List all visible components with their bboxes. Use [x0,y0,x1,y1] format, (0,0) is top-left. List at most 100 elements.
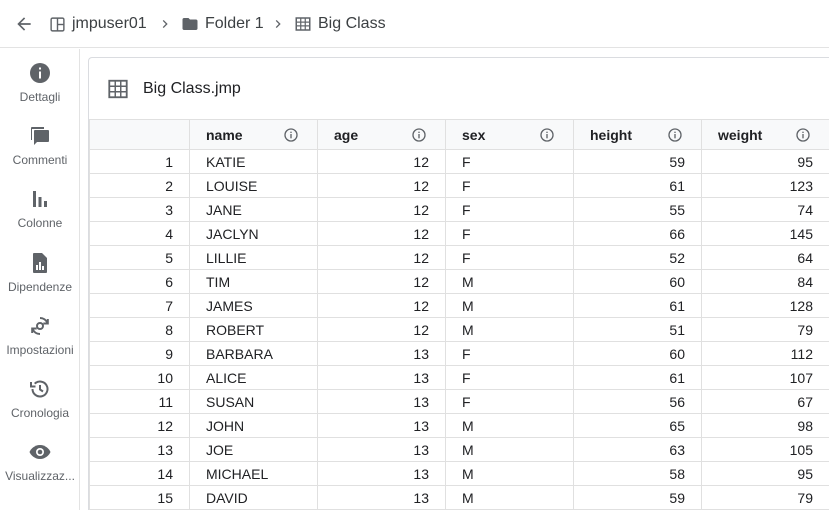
cell-weight[interactable]: 123 [701,173,829,198]
cell-sex[interactable]: F [445,197,574,222]
row-number-header[interactable] [89,119,190,150]
cell-height[interactable]: 52 [573,245,702,270]
cell-sex[interactable]: F [445,365,574,390]
rail-item-history[interactable]: Cronologia [0,377,80,435]
cell-sex[interactable]: F [445,245,574,270]
cell-sex[interactable]: M [445,269,574,294]
table-row[interactable]: 5 LILLIE 12 F 52 64 [89,245,829,270]
info-outline-icon[interactable] [539,127,555,143]
rail-item-settings[interactable]: Impostazioni [0,314,80,372]
table-row[interactable]: 7 JAMES 12 M 61 128 [89,293,829,318]
cell-age[interactable]: 12 [317,269,446,294]
cell-name[interactable]: JOHN [189,413,318,438]
cell-height[interactable]: 51 [573,317,702,342]
cell-weight[interactable]: 64 [701,245,829,270]
breadcrumb-space[interactable]: jmpuser01 [49,13,147,35]
cell-sex[interactable]: F [445,149,574,174]
cell-age[interactable]: 12 [317,317,446,342]
cell-weight[interactable]: 95 [701,149,829,174]
cell-name[interactable]: TIM [189,269,318,294]
cell-age[interactable]: 13 [317,365,446,390]
cell-height[interactable]: 59 [573,485,702,510]
cell-sex[interactable]: M [445,437,574,462]
cell-sex[interactable]: M [445,413,574,438]
cell-name[interactable]: LOUISE [189,173,318,198]
back-button[interactable] [12,12,36,36]
column-header-height[interactable]: height [573,119,702,150]
table-row[interactable]: 8 ROBERT 12 M 51 79 [89,317,829,342]
cell-height[interactable]: 60 [573,341,702,366]
cell-sex[interactable]: F [445,389,574,414]
cell-weight[interactable]: 84 [701,269,829,294]
column-header-weight[interactable]: weight [701,119,829,150]
cell-weight[interactable]: 95 [701,461,829,486]
row-number[interactable]: 4 [89,221,190,246]
cell-weight[interactable]: 67 [701,389,829,414]
cell-weight[interactable]: 98 [701,413,829,438]
rail-item-dependencies[interactable]: Dipendenze [0,251,80,309]
row-number[interactable]: 14 [89,461,190,486]
column-header-name[interactable]: name [189,119,318,150]
table-row[interactable]: 10 ALICE 13 F 61 107 [89,365,829,390]
info-outline-icon[interactable] [667,127,683,143]
cell-age[interactable]: 12 [317,245,446,270]
cell-weight[interactable]: 107 [701,365,829,390]
breadcrumb-folder[interactable]: Folder 1 [181,13,264,35]
cell-sex[interactable]: F [445,341,574,366]
table-row[interactable]: 15 DAVID 13 M 59 79 [89,485,829,510]
cell-name[interactable]: DAVID [189,485,318,510]
row-number[interactable]: 12 [89,413,190,438]
cell-name[interactable]: LILLIE [189,245,318,270]
cell-weight[interactable]: 145 [701,221,829,246]
cell-name[interactable]: JANE [189,197,318,222]
breadcrumb-table[interactable]: Big Class [294,13,386,35]
cell-name[interactable]: ROBERT [189,317,318,342]
info-outline-icon[interactable] [411,127,427,143]
table-row[interactable]: 13 JOE 13 M 63 105 [89,437,829,462]
column-header-age[interactable]: age [317,119,446,150]
table-row[interactable]: 9 BARBARA 13 F 60 112 [89,341,829,366]
row-number[interactable]: 5 [89,245,190,270]
cell-age[interactable]: 12 [317,293,446,318]
row-number[interactable]: 1 [89,149,190,174]
cell-height[interactable]: 65 [573,413,702,438]
cell-name[interactable]: JACLYN [189,221,318,246]
rail-item-columns[interactable]: Colonne [0,187,80,245]
cell-height[interactable]: 61 [573,365,702,390]
cell-height[interactable]: 59 [573,149,702,174]
cell-height[interactable]: 63 [573,437,702,462]
table-row[interactable]: 6 TIM 12 M 60 84 [89,269,829,294]
cell-age[interactable]: 13 [317,485,446,510]
cell-age[interactable]: 12 [317,173,446,198]
cell-age[interactable]: 12 [317,221,446,246]
row-number[interactable]: 13 [89,437,190,462]
rail-item-comments[interactable]: Commenti [0,124,80,182]
cell-age[interactable]: 13 [317,437,446,462]
cell-name[interactable]: SUSAN [189,389,318,414]
row-number[interactable]: 15 [89,485,190,510]
cell-sex[interactable]: M [445,461,574,486]
cell-sex[interactable]: M [445,317,574,342]
cell-age[interactable]: 12 [317,197,446,222]
cell-weight[interactable]: 128 [701,293,829,318]
cell-weight[interactable]: 79 [701,485,829,510]
cell-height[interactable]: 58 [573,461,702,486]
cell-weight[interactable]: 105 [701,437,829,462]
rail-item-details[interactable]: Dettagli [0,61,80,119]
column-header-sex[interactable]: sex [445,119,574,150]
row-number[interactable]: 2 [89,173,190,198]
cell-age[interactable]: 13 [317,413,446,438]
cell-name[interactable]: BARBARA [189,341,318,366]
table-row[interactable]: 2 LOUISE 12 F 61 123 [89,173,829,198]
cell-name[interactable]: KATIE [189,149,318,174]
row-number[interactable]: 11 [89,389,190,414]
cell-name[interactable]: JAMES [189,293,318,318]
row-number[interactable]: 9 [89,341,190,366]
cell-sex[interactable]: F [445,173,574,198]
row-number[interactable]: 8 [89,317,190,342]
cell-height[interactable]: 61 [573,293,702,318]
cell-height[interactable]: 61 [573,173,702,198]
cell-name[interactable]: ALICE [189,365,318,390]
table-row[interactable]: 14 MICHAEL 13 M 58 95 [89,461,829,486]
cell-sex[interactable]: M [445,293,574,318]
